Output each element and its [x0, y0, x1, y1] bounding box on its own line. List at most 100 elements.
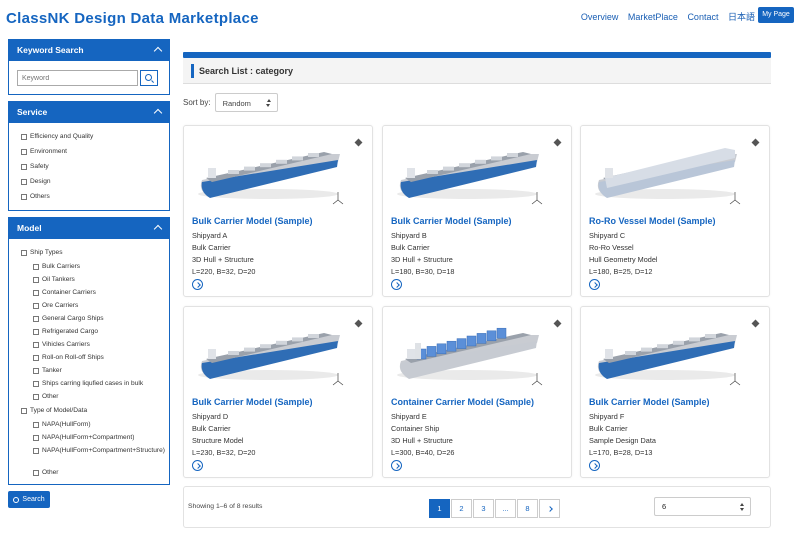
service-option-4[interactable]: Others [21, 189, 161, 204]
product-card[interactable]: Ro-Ro Vessel Model (Sample) Shipyard C Ro-… [580, 125, 770, 297]
card-title[interactable]: Bulk Carrier Model (Sample) [589, 397, 710, 407]
site-logo[interactable]: ClassNK Design Data Marketplace [6, 10, 259, 27]
checkbox[interactable] [21, 193, 27, 200]
chevron-right-circle-icon[interactable] [589, 460, 600, 471]
service-option-3-label: Design [30, 178, 51, 185]
ship-type-option-9[interactable]: Ships carring liqufied cases in bulk [21, 377, 161, 390]
ship-type-option-10[interactable]: Other [21, 390, 161, 403]
checkbox[interactable] [33, 421, 39, 428]
checkbox[interactable] [33, 276, 39, 283]
checkbox[interactable] [21, 148, 27, 155]
keyword-input[interactable] [17, 70, 138, 86]
checkbox[interactable] [21, 178, 27, 185]
nav-contact[interactable]: Contact [687, 12, 718, 22]
product-card[interactable]: Bulk Carrier Model (Sample) Shipyard A Bul… [183, 125, 373, 297]
checkbox[interactable] [21, 407, 27, 414]
data-type-option-0[interactable]: NAPA(HullForm) [21, 418, 161, 431]
data-type-option-2[interactable]: NAPA(HullForm+Compartment+Structure) [21, 444, 165, 466]
checkbox[interactable] [33, 315, 39, 322]
service-option-1[interactable]: Environment [21, 144, 161, 159]
data-types-option[interactable]: Type of Model/Data [21, 403, 161, 418]
service-option-3[interactable]: Design [21, 174, 161, 189]
ship-type-option-4[interactable]: General Cargo Ships [21, 312, 161, 325]
checkbox[interactable] [33, 469, 39, 476]
page-1[interactable]: 1 [429, 499, 450, 518]
service-option-0[interactable]: Efficiency and Quality [21, 129, 161, 144]
card-title[interactable]: Container Carrier Model (Sample) [391, 397, 534, 407]
ship-type-option-5[interactable]: Refrigerated Cargo [21, 325, 161, 338]
card-title[interactable]: Bulk Carrier Model (Sample) [391, 216, 512, 226]
page-8[interactable]: 8 [517, 499, 538, 518]
page-3[interactable]: 3 [473, 499, 494, 518]
chevron-right-circle-icon[interactable] [192, 279, 203, 290]
per-page-select[interactable]: 6 [654, 497, 751, 516]
ship-type-option-7[interactable]: Roll-on Roll-off Ships [21, 351, 161, 364]
roro-vessel-icon[interactable] [585, 132, 767, 212]
chevron-right-circle-icon[interactable] [391, 460, 402, 471]
chevron-right-circle-icon[interactable] [192, 460, 203, 471]
checkbox[interactable] [33, 328, 39, 335]
search-button[interactable]: Search [8, 491, 50, 508]
checkbox[interactable] [33, 289, 39, 296]
chevron-up-icon[interactable] [153, 108, 163, 118]
checkbox[interactable] [33, 367, 39, 374]
product-card[interactable]: Container Carrier Model (Sample) Shipyard… [382, 306, 572, 478]
model-header[interactable]: Model [9, 218, 169, 239]
product-card[interactable]: Bulk Carrier Model (Sample) Shipyard B Bul… [382, 125, 572, 297]
ship-type-option-0-label: Bulk Carriers [42, 263, 81, 270]
keyword-search-header[interactable]: Keyword Search [9, 40, 169, 61]
ship-type-option-2[interactable]: Container Carriers [21, 286, 161, 299]
chevron-right-circle-icon[interactable] [589, 279, 600, 290]
service-option-2[interactable]: Safety [21, 159, 161, 174]
card-title[interactable]: Bulk Carrier Model (Sample) [192, 216, 313, 226]
sort-select[interactable]: Random [214, 93, 278, 112]
keyword-search-button[interactable] [140, 70, 158, 86]
next-page-button[interactable] [539, 499, 560, 518]
card-dims: L=220, B=32, D=20 [192, 267, 256, 276]
ship-type-option-9-label: Ships carring liqufied cases in bulk [42, 380, 144, 387]
bulk-carrier-icon[interactable] [585, 313, 767, 393]
bulk-carrier-icon[interactable] [188, 132, 370, 212]
product-card[interactable]: Bulk Carrier Model (Sample) Shipyard F Bul… [580, 306, 770, 478]
checkbox[interactable] [33, 434, 39, 441]
sort-value: Random [222, 99, 251, 108]
nav-language[interactable]: 日本語 [728, 12, 755, 22]
chevron-up-icon[interactable] [153, 46, 163, 56]
ship-types-option[interactable]: Ship Types [21, 245, 161, 260]
bulk-carrier-icon[interactable] [387, 132, 569, 212]
checkbox[interactable] [33, 448, 39, 454]
data-type-option-3[interactable]: Other [21, 466, 161, 479]
checkbox[interactable] [33, 354, 39, 361]
checkbox[interactable] [33, 341, 39, 348]
nav-marketplace[interactable]: MarketPlace [628, 12, 678, 22]
nav-overview[interactable]: Overview [581, 12, 619, 22]
card-title[interactable]: Bulk Carrier Model (Sample) [192, 397, 313, 407]
checkbox[interactable] [33, 380, 39, 387]
checkbox[interactable] [33, 263, 39, 270]
page-2[interactable]: 2 [451, 499, 472, 518]
chevron-right-circle-icon[interactable] [391, 279, 402, 290]
checkbox[interactable] [33, 302, 39, 309]
checkbox[interactable] [21, 163, 27, 170]
per-page-value: 6 [662, 502, 667, 511]
checkbox[interactable] [21, 249, 27, 256]
chevron-up-icon[interactable] [153, 224, 163, 234]
ship-type-option-1[interactable]: Oil Tankers [21, 273, 161, 286]
keyword-search-panel: Keyword Search [8, 39, 170, 95]
product-card[interactable]: Bulk Carrier Model (Sample) Shipyard D Bul… [183, 306, 373, 478]
data-type-option-1[interactable]: NAPA(HullForm+Compartment) [21, 431, 161, 444]
my-page-button[interactable]: My Page [758, 7, 794, 23]
updown-arrows-icon [739, 503, 744, 511]
data-type-option-1-label: NAPA(HullForm+Compartment) [42, 434, 135, 441]
container-ship-icon[interactable] [387, 313, 569, 393]
card-title[interactable]: Ro-Ro Vessel Model (Sample) [589, 216, 716, 226]
service-header[interactable]: Service [9, 102, 169, 123]
checkbox[interactable] [21, 133, 27, 140]
ship-type-option-8[interactable]: Tanker [21, 364, 161, 377]
ship-type-option-3[interactable]: Ore Carriers [21, 299, 161, 312]
bulk-carrier-icon[interactable] [188, 313, 370, 393]
sidebar: Keyword Search Service Efficiency and Qu… [8, 39, 170, 508]
checkbox[interactable] [33, 393, 39, 400]
ship-type-option-6[interactable]: Vihicles Carriers [21, 338, 161, 351]
ship-type-option-0[interactable]: Bulk Carriers [21, 260, 161, 273]
